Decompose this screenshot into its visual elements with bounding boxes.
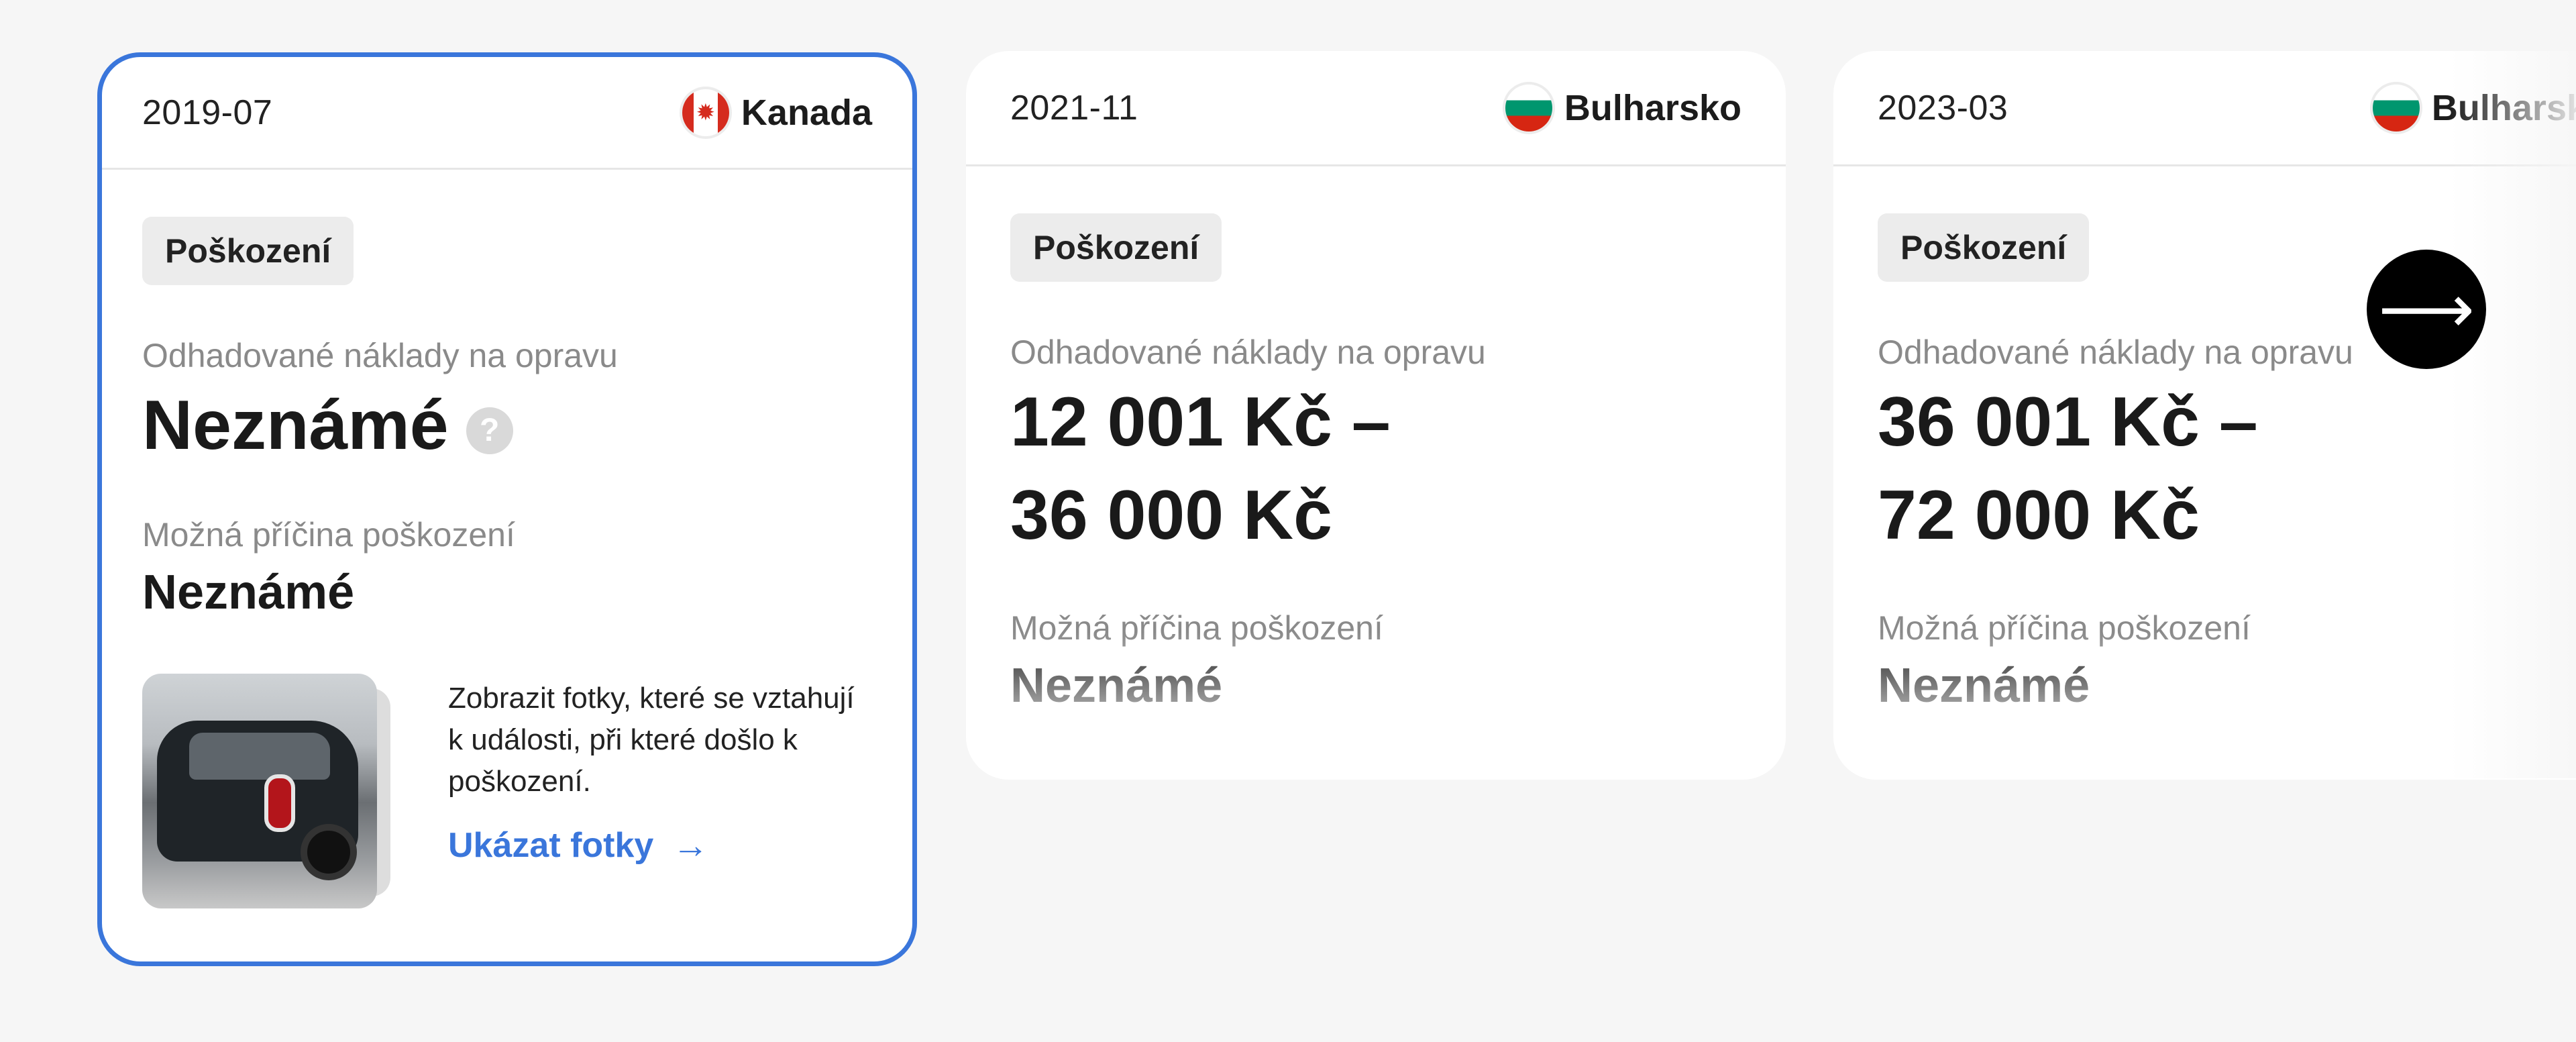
damage-cause-value: Neznámé — [1010, 658, 1223, 713]
car-wheel-shape — [301, 824, 357, 881]
damage-cause-label: Možná příčina poškození — [1878, 609, 2251, 647]
show-photos-link[interactable]: Ukázat fotky → — [448, 825, 708, 866]
damage-badge: Poškození — [1878, 213, 2090, 282]
card-body: Poškození Odhadované náklady na opravu 1… — [966, 166, 1786, 713]
country-name: Bulharsko — [1564, 87, 1741, 128]
damage-history-carousel: 2019-07 ✹ Kanada Poškození Odhadované ná… — [0, 0, 2576, 1042]
car-window-shape — [189, 733, 330, 780]
repair-cost-value: Neznámé ? — [142, 379, 872, 472]
canada-flag-icon: ✹ — [682, 89, 729, 136]
country: Bulharsko — [1505, 84, 1741, 132]
help-icon[interactable]: ? — [466, 407, 513, 454]
damaged-car-photo[interactable] — [142, 674, 377, 909]
show-photos-label: Ukázat fotky — [448, 826, 654, 866]
card-body: Poškození Odhadované náklady na opravu 3… — [1833, 166, 2576, 713]
card-header: 2019-07 ✹ Kanada — [102, 57, 912, 170]
car-taillight-shape — [264, 774, 295, 833]
repair-cost-label: Odhadované náklady na opravu — [1010, 333, 1486, 371]
country: ✹ Kanada — [682, 89, 872, 136]
damage-cause-label: Možná příčina poškození — [1010, 609, 1383, 647]
repair-cost-to: 36 000 Kč — [1010, 476, 1332, 555]
photo-thumbnail-stack[interactable] — [142, 674, 411, 909]
arrow-right-icon: ⟶ — [2378, 272, 2475, 347]
damage-card-2[interactable]: 2021-11 Bulharsko Poškození Odhadované n… — [966, 51, 1786, 780]
bulgaria-flag-icon — [1505, 84, 1552, 132]
event-date: 2019-07 — [142, 93, 273, 132]
event-date: 2023-03 — [1878, 88, 2008, 127]
next-arrow-button[interactable]: ⟶ — [2367, 250, 2486, 369]
damage-badge: Poškození — [1010, 213, 1222, 282]
card-header: 2023-03 Bulharsko — [1833, 51, 2576, 166]
repair-cost-value: 12 001 Kč – 36 000 Kč — [1010, 376, 1741, 563]
card-body: Poškození Odhadované náklady na opravu N… — [102, 170, 912, 909]
event-date: 2021-11 — [1010, 88, 1138, 127]
photos-text: Zobrazit fotky, které se vztahují k udál… — [448, 674, 872, 866]
damage-badge: Poškození — [142, 217, 354, 285]
repair-cost-from: 12 001 Kč – — [1010, 383, 1391, 461]
damage-cause-value: Neznámé — [142, 566, 355, 620]
repair-cost-from: 36 001 Kč – — [1878, 383, 2258, 461]
country: Bulharsko — [2372, 84, 2576, 132]
repair-cost-to: 72 000 Kč — [1878, 476, 2200, 555]
photos-description: Zobrazit fotky, které se vztahují k udál… — [448, 682, 855, 798]
photos-section: Zobrazit fotky, které se vztahují k udál… — [142, 674, 872, 909]
repair-cost-text: Neznámé — [142, 386, 449, 464]
repair-cost-label: Odhadované náklady na opravu — [142, 337, 618, 374]
repair-cost-value: 36 001 Kč – 72 000 Kč — [1878, 376, 2576, 563]
country-name: Kanada — [741, 92, 872, 133]
damage-cause-label: Možná příčina poškození — [142, 516, 515, 554]
damage-card-1[interactable]: 2019-07 ✹ Kanada Poškození Odhadované ná… — [97, 52, 917, 966]
card-header: 2021-11 Bulharsko — [966, 51, 1786, 166]
bulgaria-flag-icon — [2372, 84, 2420, 132]
country-name: Bulharsko — [2431, 87, 2576, 128]
damage-card-3[interactable]: 2023-03 Bulharsko Poškození Odhadované n… — [1833, 51, 2576, 780]
arrow-right-icon: → — [672, 825, 709, 866]
damage-cause-value: Neznámé — [1878, 658, 2090, 713]
